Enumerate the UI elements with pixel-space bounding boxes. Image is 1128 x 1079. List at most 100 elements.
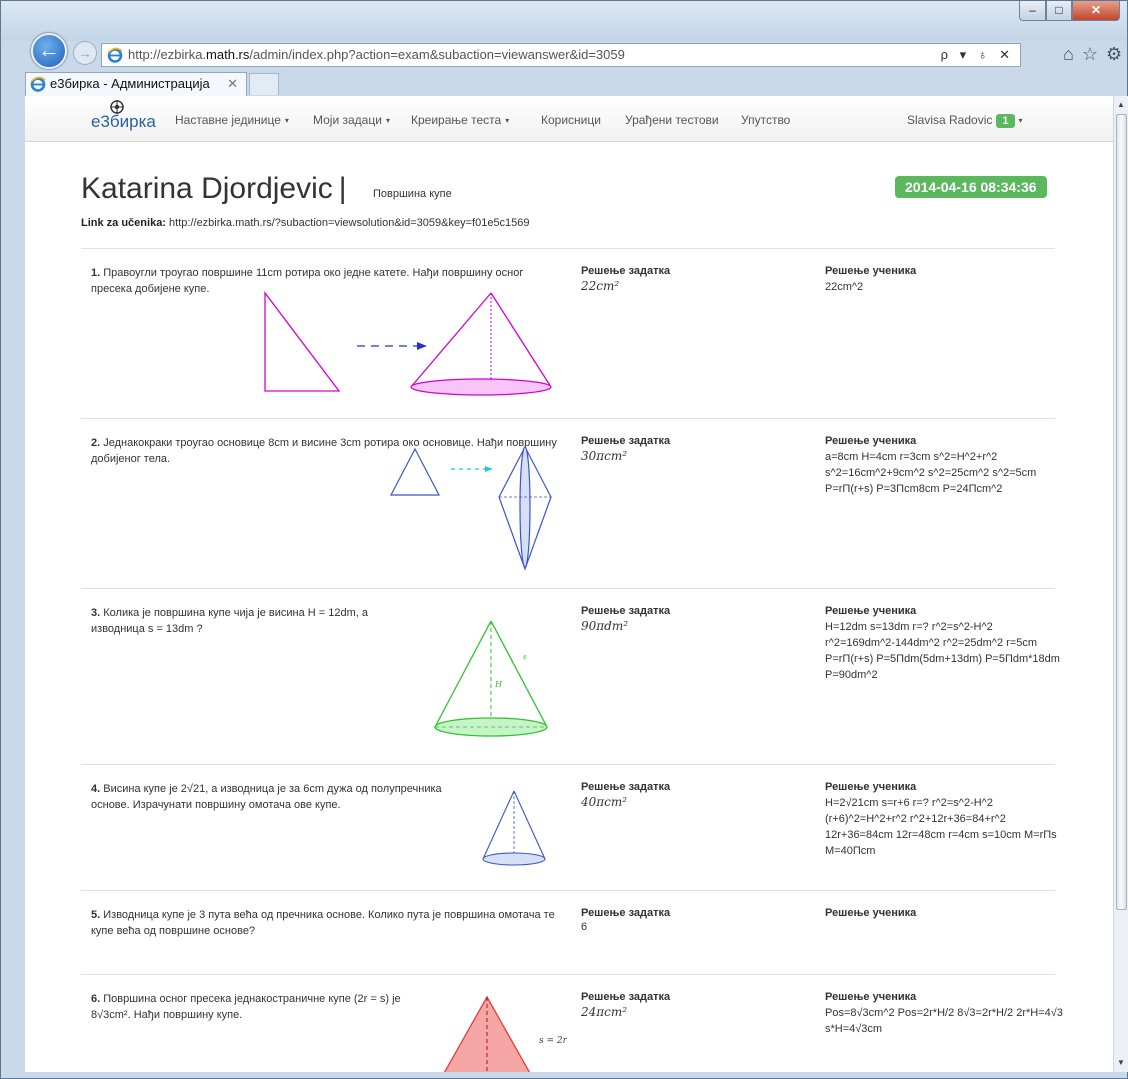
correct-solution: Решење задатка 30πcm² <box>581 435 801 463</box>
minimize-button[interactable]: – <box>1019 1 1046 21</box>
problem-text: 6. Површина осног пресека једнакостранич… <box>91 991 431 1023</box>
nav-instructions[interactable]: Упутство <box>741 113 790 127</box>
problem-question: Изводница купе је 3 пута већа од пречник… <box>91 909 555 937</box>
student-link: Link za učenika: http://ezbirka.math.rs/… <box>81 217 530 229</box>
user-menu[interactable]: Slavisa Radovic 1 ▾ <box>907 113 1023 128</box>
problem-row-5: 5. Изводница купе је 3 пута већа од преч… <box>81 890 1055 974</box>
new-tab-button[interactable] <box>249 73 279 95</box>
back-button[interactable]: ← <box>31 33 67 69</box>
close-window-button[interactable]: ✕ <box>1072 1 1120 21</box>
tab-close-icon[interactable]: ✕ <box>227 73 238 95</box>
student-solution: Решење ученика a=8cm H=4cm r=3cm s^2=H^2+… <box>825 435 1065 497</box>
brand-link[interactable]: е3бирка <box>91 112 156 132</box>
student-solution-header: Решење ученика <box>825 435 917 447</box>
forward-button[interactable]: → <box>73 41 97 65</box>
nav-units[interactable]: Наставне јединице ▾ <box>175 113 289 127</box>
home-favorites-tools-icons[interactable]: ⌂☆⚙ <box>1063 44 1128 65</box>
nav-done-tests[interactable]: Урађени тестови <box>625 113 719 127</box>
problem-row-3: 3. Колика је површина купе чија је висин… <box>81 588 1060 764</box>
student-solution-value: 22cm^2 <box>825 281 864 293</box>
correct-solution: Решење задатка 40πcm² <box>581 781 801 809</box>
caret-down-icon: ▾ <box>505 116 510 126</box>
scroll-up-icon[interactable]: ▲ <box>1117 100 1125 109</box>
problem-row-6: 6. Површина осног пресека једнакостранич… <box>81 974 1063 1072</box>
scroll-thumb[interactable] <box>1116 114 1127 910</box>
url-suffix: /admin/index.php?action=exam&subaction=v… <box>249 47 625 62</box>
test-name: Површина купе <box>373 188 452 200</box>
title-bar <box>1 1 1127 41</box>
student-solution: Решење ученика H=2√21cm s=r+6 r=? r^2=s^2… <box>825 781 1065 859</box>
vertical-scrollbar[interactable]: ▲ ▼ <box>1113 96 1128 1072</box>
problem-text: 5. Изводница купе је 3 пута већа од преч… <box>91 907 561 939</box>
nav-users[interactable]: Корисници <box>541 113 601 127</box>
student-name: Katarina Djordjevic <box>81 172 333 205</box>
scroll-down-icon[interactable]: ▼ <box>1117 1058 1125 1067</box>
problem-number: 3. <box>91 607 101 619</box>
correct-solution: Решење задатка 6 <box>581 907 801 933</box>
student-solution: Решење ученика <box>825 907 1065 921</box>
problem-row-4: 4. Висина купе је 2√21, а изводница је з… <box>81 764 1057 890</box>
url-prefix: http://ezbirka. <box>128 47 207 62</box>
correct-solution: Решење задатка 24πcm² <box>581 991 801 1019</box>
student-solution-header: Решење ученика <box>825 991 917 1003</box>
problem-row-2: 2. Једнакокраки троугао основице 8cm и в… <box>81 418 1055 588</box>
nav-create-test[interactable]: Креирање теста ▾ <box>411 113 509 127</box>
student-solution-value: H=2√21cm s=r+6 r=? r^2=s^2-H^2 (r+6)^2=H… <box>825 797 1057 857</box>
correct-solution: Решење задатка 90πdm² <box>581 605 801 633</box>
student-solution: Решење ученика 22cm^2 <box>825 265 1065 295</box>
solution-header: Решење задатка <box>581 781 671 793</box>
student-solution-header: Решење ученика <box>825 265 917 277</box>
nav-my-tasks-label: Моји задаци <box>313 113 382 127</box>
notification-badge: 1 <box>996 114 1015 128</box>
submission-date-badge: 2014-04-16 08:34:36 <box>895 176 1047 198</box>
problem-text: 4. Висина купе је 2√21, а изводница је з… <box>91 781 471 813</box>
tab-title: е3бирка - Администрација <box>50 76 210 91</box>
solution-header: Решење задатка <box>581 435 671 447</box>
student-name-heading: Katarina Djordjevic | <box>81 172 357 206</box>
top-navbar: е3бирка Наставне јединице ▾ Моји задаци ▾ … <box>25 96 1113 142</box>
problem-number: 1. <box>91 267 101 279</box>
problem-row-1: 1. Правоугли троугао површине 11cm ротир… <box>81 248 1055 418</box>
nav-my-tasks[interactable]: Моји задаци ▾ <box>313 113 390 127</box>
problem-question: Површина осног пресека једнакостраничне … <box>91 993 401 1021</box>
solution-value: 40πcm² <box>581 795 628 809</box>
student-link-url[interactable]: http://ezbirka.math.rs/?subaction=viewso… <box>169 217 529 229</box>
caret-down-icon: ▾ <box>1018 116 1023 126</box>
student-solution-value: H=12dm s=13dm r=? r^2=s^2-H^2 r^2=169dm^… <box>825 621 1060 681</box>
address-tools[interactable]: ρ ▾ ♁ ✕ <box>941 44 1014 66</box>
solution-value: 6 <box>581 921 588 933</box>
height-label: H <box>494 680 503 689</box>
address-bar[interactable]: http://ezbirka.math.rs/admin/index.php?a… <box>101 43 1021 67</box>
page-viewport: е3бирка Наставне јединице ▾ Моји задаци ▾ … <box>25 96 1113 1072</box>
tab-ezbirka[interactable]: е3бирка - Администрација ✕ <box>25 72 247 96</box>
equilateral-label: s = 2r <box>539 1036 567 1046</box>
problem-number: 6. <box>91 993 101 1005</box>
solution-value: 24πcm² <box>581 1005 628 1019</box>
problem-number: 2. <box>91 437 101 449</box>
heading-separator: | <box>338 172 347 205</box>
student-link-label: Link za učenika: <box>81 217 166 229</box>
cone-figure-3: H s <box>434 620 548 737</box>
problem-question: Висина купе је 2√21, а изводница је за 6… <box>91 783 442 811</box>
student-solution: Решење ученика Pos=8√3cm^2 Pos=2r*H/2 8√3… <box>825 991 1065 1037</box>
isosceles-rotation-figure <box>390 445 552 571</box>
slant-label: s <box>523 653 527 661</box>
correct-solution: Решење задатка 22cm² <box>581 265 801 293</box>
solution-value: 90πdm² <box>581 619 629 633</box>
problem-number: 4. <box>91 783 101 795</box>
equilateral-cone-figure: s = 2r <box>443 995 567 1072</box>
solution-value: 30πcm² <box>581 449 628 463</box>
solution-header: Решење задатка <box>581 907 671 919</box>
student-solution-header: Решење ученика <box>825 781 917 793</box>
solution-header: Решење задатка <box>581 605 671 617</box>
solution-header: Решење задатка <box>581 265 671 277</box>
student-solution: Решење ученика H=12dm s=13dm r=? r^2=s^2-… <box>825 605 1065 683</box>
nav-units-label: Наставне јединице <box>175 113 281 127</box>
solution-value: 22cm² <box>581 279 620 293</box>
student-solution-header: Решење ученика <box>825 605 917 617</box>
maximize-button[interactable]: □ <box>1046 1 1072 21</box>
nav-create-test-label: Креирање теста <box>411 113 502 127</box>
caret-down-icon: ▾ <box>284 116 289 126</box>
caret-down-icon: ▾ <box>385 116 390 126</box>
problem-question: Колика је површина купе чија је висина H… <box>91 607 368 635</box>
